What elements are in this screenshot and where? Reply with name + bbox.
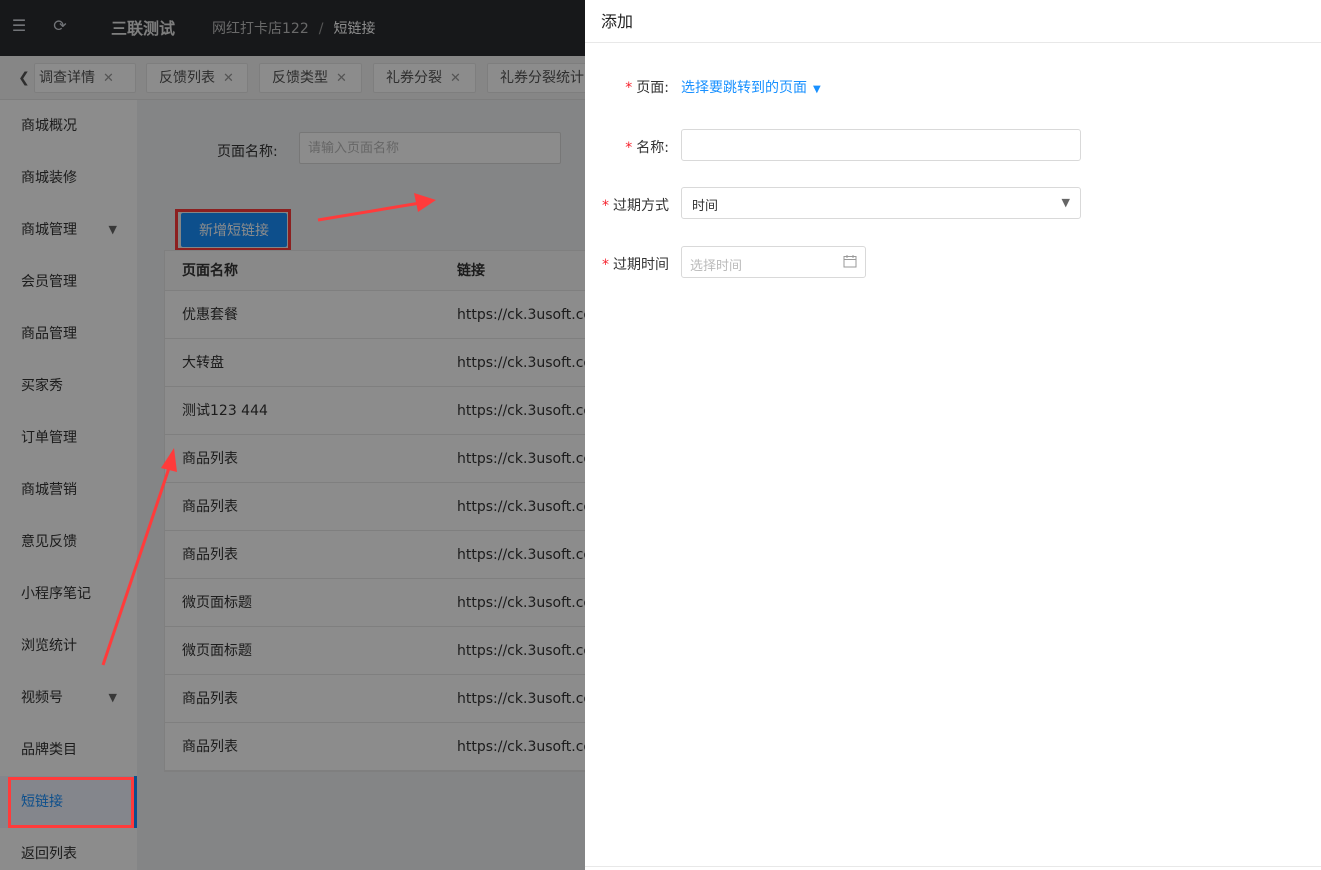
- date-placeholder: 选择时间: [690, 259, 743, 274]
- expire-time-label: * 过期时间: [602, 257, 669, 273]
- required-mark: *: [602, 198, 609, 214]
- drawer-title: 添加: [601, 12, 634, 31]
- divider: [585, 42, 1321, 43]
- required-mark: *: [602, 257, 609, 273]
- drawer-mask[interactable]: [0, 0, 585, 870]
- page-field-label: * 页面:: [625, 80, 669, 96]
- expire-mode-label: * 过期方式: [602, 198, 669, 214]
- name-field-label: * 名称:: [625, 140, 669, 156]
- select-page-link[interactable]: 选择要跳转到的页面 ▼: [681, 77, 821, 97]
- expire-time-picker[interactable]: 选择时间: [681, 246, 866, 278]
- chevron-down-icon: ▼: [813, 84, 821, 95]
- chevron-down-icon: ▼: [1061, 196, 1070, 209]
- select-value: 时间: [692, 199, 719, 214]
- add-drawer: 添加 * 页面: 选择要跳转到的页面 ▼ * 名称: * 过期方式 时间 ▼ * 过期时间…: [585, 0, 1321, 870]
- expire-mode-select[interactable]: 时间 ▼: [681, 187, 1081, 219]
- calendar-icon: [843, 255, 857, 268]
- divider: [585, 866, 1321, 867]
- name-input[interactable]: [681, 129, 1081, 161]
- required-mark: *: [625, 80, 633, 96]
- required-mark: *: [625, 140, 633, 156]
